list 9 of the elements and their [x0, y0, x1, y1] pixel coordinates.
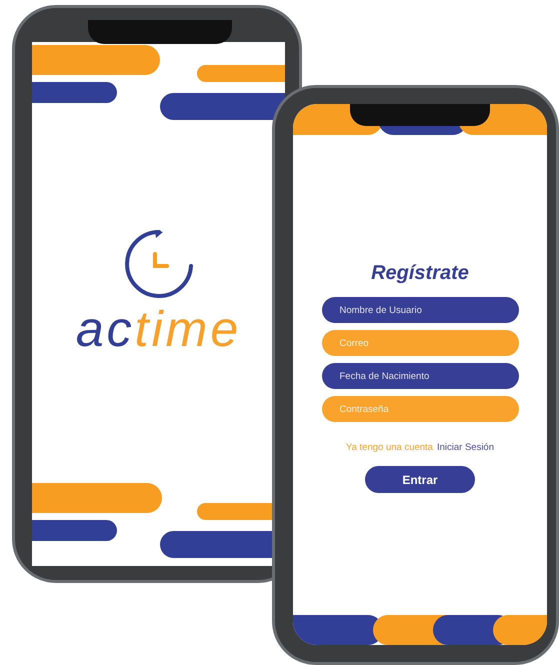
input-field[interactable]: Fecha de Nacimiento	[322, 363, 518, 389]
screen-title: Regístrate	[371, 261, 469, 286]
input-field[interactable]: Nombre de Usuario	[322, 297, 518, 323]
submit-button[interactable]: Entrar	[365, 466, 475, 494]
login-link[interactable]: Iniciar Sesión	[436, 441, 494, 456]
account-prompt: Ya tengo una cuenta	[346, 441, 433, 455]
input-field[interactable]: Correo	[322, 330, 518, 356]
input-field[interactable]: Contraseña	[322, 396, 518, 422]
logo-text: actime	[76, 304, 242, 354]
